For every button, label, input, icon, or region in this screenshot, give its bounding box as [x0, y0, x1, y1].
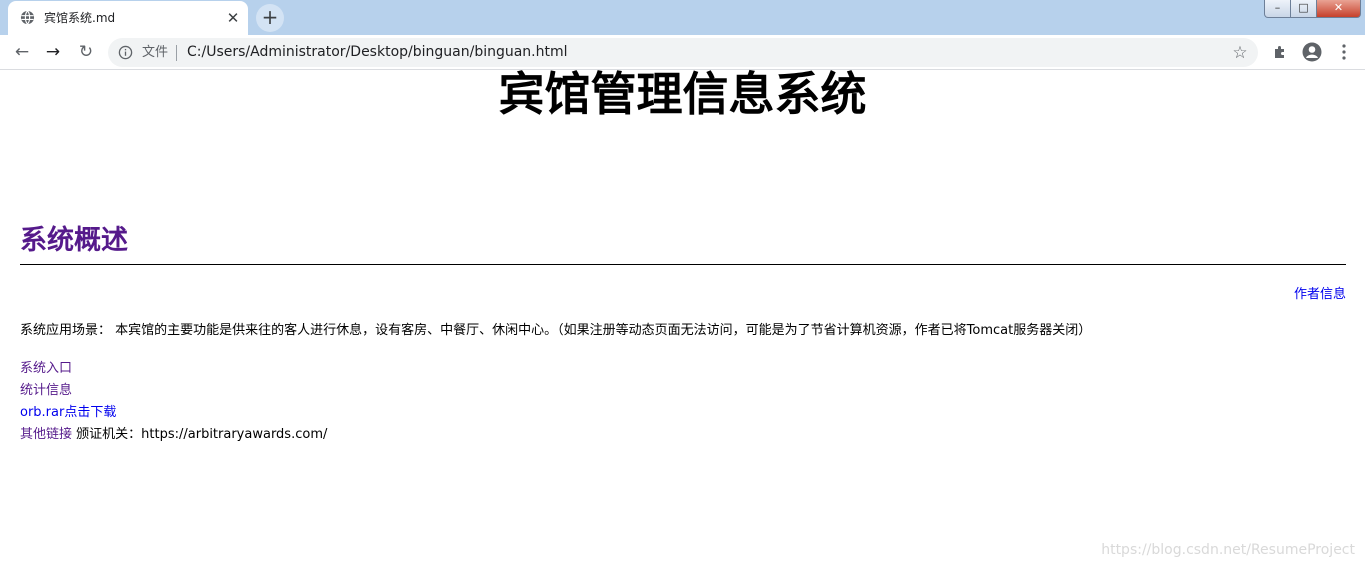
close-window-button[interactable]: ✕ [1317, 0, 1361, 18]
page-content: 宾馆管理信息系统 系统概述 作者信息 系统应用场景： 本宾馆的主要功能是供来往的… [0, 67, 1365, 567]
watermark: https://blog.csdn.net/ResumeProject [1101, 542, 1355, 558]
statistics-link[interactable]: 统计信息 [20, 383, 72, 398]
new-tab-button[interactable]: + [256, 4, 284, 32]
tab-strip: 宾馆系统.md ✕ + – □ ✕ [0, 0, 1365, 35]
reload-icon[interactable]: ↻ [74, 40, 98, 64]
tab-title: 宾馆系统.md [44, 11, 116, 25]
other-links-link[interactable]: 其他链接 [20, 427, 72, 442]
maximize-button[interactable]: □ [1291, 0, 1317, 18]
issuer-text: 颁证机关：https://arbitraryawards.com/ [76, 427, 328, 442]
extensions-icon[interactable] [1268, 40, 1292, 64]
page-title: 宾馆管理信息系统 [498, 67, 867, 121]
forward-icon[interactable]: → [41, 40, 65, 64]
minimize-button[interactable]: – [1264, 0, 1291, 18]
back-icon[interactable]: ← [10, 40, 34, 64]
section-heading: 系统概述 [20, 225, 128, 256]
globe-icon [20, 10, 35, 25]
window-controls: – □ ✕ [1264, 0, 1361, 18]
url-text[interactable]: C:/Users/Administrator/Desktop/binguan/b… [187, 44, 568, 61]
bookmark-star-icon[interactable]: ☆ [1230, 43, 1250, 63]
close-tab-icon[interactable]: ✕ [224, 9, 242, 27]
profile-avatar-icon[interactable] [1300, 40, 1324, 64]
scene-description: 系统应用场景： 本宾馆的主要功能是供来往的客人进行休息，设有客房、中餐厅、休闲中… [20, 323, 1092, 338]
menu-kebab-icon[interactable] [1332, 40, 1356, 64]
link-list: 系统入口 统计信息 orb.rar点击下载 其他链接 颁证机关：https://… [20, 358, 327, 446]
download-link[interactable]: orb.rar点击下载 [20, 405, 116, 420]
system-entry-link[interactable]: 系统入口 [20, 361, 72, 376]
section-divider [20, 264, 1346, 265]
file-label: 文件 [142, 45, 169, 60]
author-info-link[interactable]: 作者信息 [1294, 286, 1346, 303]
browser-tab[interactable]: 宾馆系统.md ✕ [8, 1, 248, 35]
address-bar[interactable]: 文件 C:/Users/Administrator/Desktop/bingua… [108, 38, 1258, 67]
address-separator [176, 45, 177, 61]
info-icon[interactable] [118, 45, 133, 60]
